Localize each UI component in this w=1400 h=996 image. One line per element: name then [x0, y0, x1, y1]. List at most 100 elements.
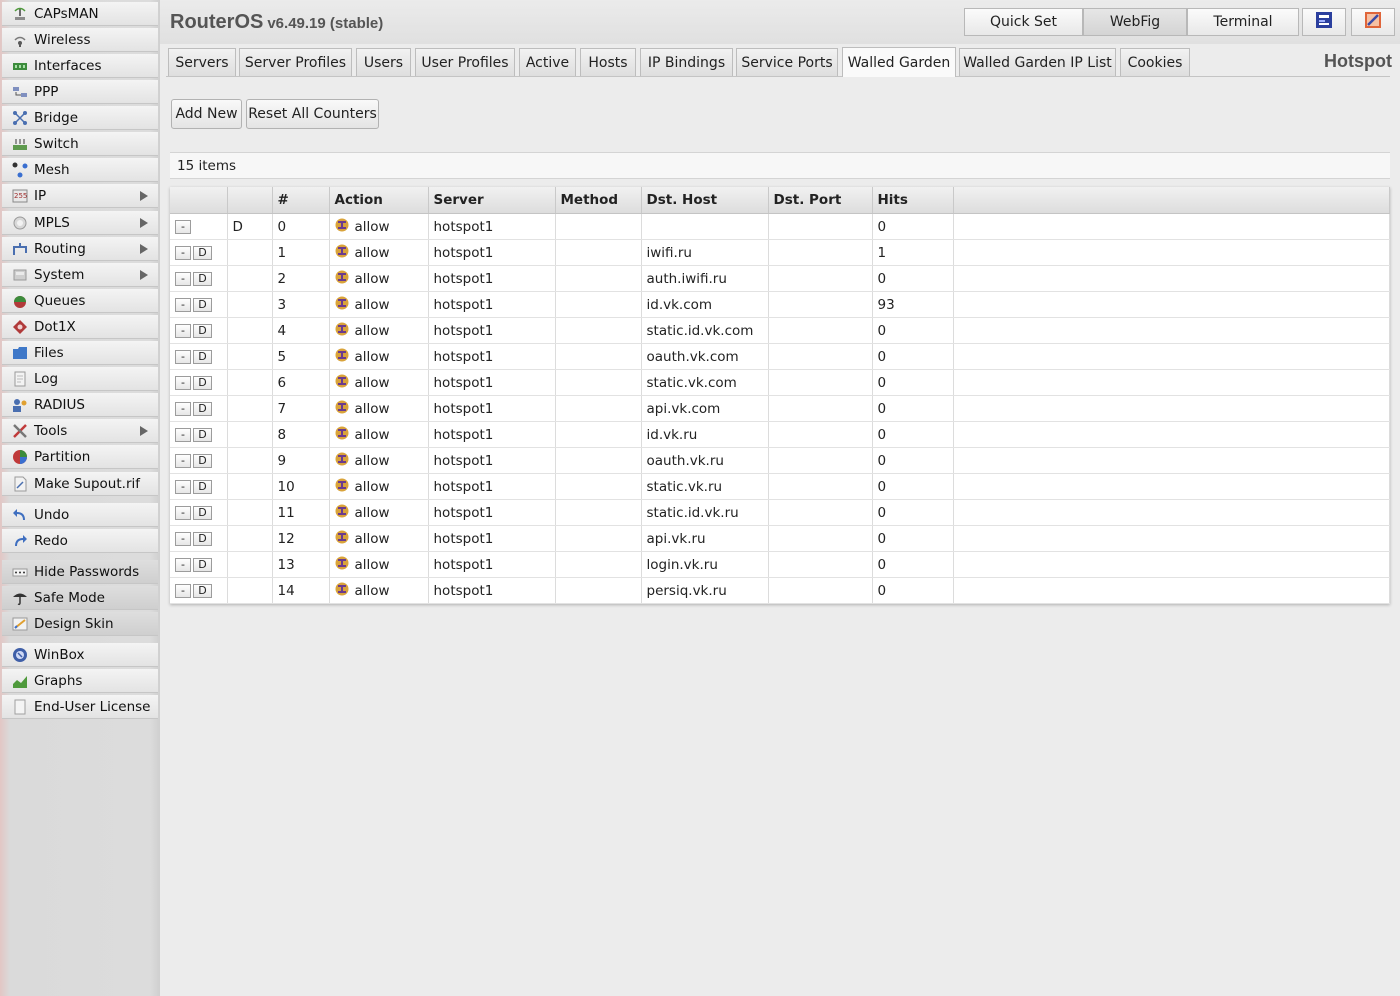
sidebar-item-tools[interactable]: Tools — [2, 419, 158, 443]
delete-button[interactable]: D — [193, 505, 212, 520]
tab-cookies[interactable]: Cookies — [1120, 48, 1190, 76]
number-cell[interactable]: 8 — [272, 421, 330, 448]
dst-port-cell[interactable] — [768, 499, 873, 526]
dst-host-cell[interactable]: iwifi.ru — [641, 239, 769, 266]
server-cell[interactable]: hotspot1 — [428, 291, 556, 318]
action-cell[interactable]: allow — [329, 213, 429, 240]
dst-port-cell[interactable] — [768, 395, 873, 422]
action-cell[interactable]: allow — [329, 369, 429, 396]
table-row[interactable]: - D 3 allow hotspot1 id.vk.com 93 — [170, 291, 1390, 318]
sidebar-item-partition[interactable]: Partition — [2, 445, 158, 469]
server-cell[interactable]: hotspot1 — [428, 421, 556, 448]
hits-cell[interactable]: 0 — [872, 473, 954, 500]
sidebar-item-radius[interactable]: RADIUS — [2, 393, 158, 417]
delete-button[interactable]: D — [193, 479, 212, 494]
method-cell[interactable] — [555, 499, 642, 526]
number-cell[interactable]: 5 — [272, 343, 330, 370]
quick-set-button[interactable]: Quick Set — [964, 8, 1083, 36]
dst-host-cell[interactable]: id.vk.ru — [641, 421, 769, 448]
tab-hosts[interactable]: Hosts — [580, 48, 636, 76]
hits-cell[interactable]: 0 — [872, 317, 954, 344]
method-cell[interactable] — [555, 213, 642, 240]
table-row[interactable]: - D 1 allow hotspot1 iwifi.ru 1 — [170, 239, 1390, 266]
table-row[interactable]: - D 6 allow hotspot1 static.vk.com 0 — [170, 369, 1390, 396]
disable-toggle-button[interactable]: - — [175, 453, 191, 468]
server-cell[interactable]: hotspot1 — [428, 577, 556, 604]
method-cell[interactable] — [555, 317, 642, 344]
delete-button[interactable]: D — [193, 531, 212, 546]
header-col-server[interactable]: Server — [428, 187, 556, 214]
number-cell[interactable]: 14 — [272, 577, 330, 604]
action-cell[interactable]: allow — [329, 473, 429, 500]
method-cell[interactable] — [555, 239, 642, 266]
action-cell[interactable]: allow — [329, 265, 429, 292]
sidebar-item-make-supout-rif[interactable]: Make Supout.rif — [2, 472, 158, 496]
number-cell[interactable]: 3 — [272, 291, 330, 318]
disable-toggle-button[interactable]: - — [175, 531, 191, 546]
action-cell[interactable]: allow — [329, 499, 429, 526]
dst-port-cell[interactable] — [768, 577, 873, 604]
sidebar-item-switch[interactable]: Switch — [2, 132, 158, 156]
table-row[interactable]: - D 13 allow hotspot1 login.vk.ru 0 — [170, 551, 1390, 578]
dst-host-cell[interactable]: static.vk.ru — [641, 473, 769, 500]
method-cell[interactable] — [555, 577, 642, 604]
server-cell[interactable]: hotspot1 — [428, 525, 556, 552]
hits-cell[interactable]: 0 — [872, 213, 954, 240]
sidebar-item-log[interactable]: Log — [2, 367, 158, 391]
dst-port-cell[interactable] — [768, 265, 873, 292]
add-new-button[interactable]: Add New — [171, 99, 242, 129]
dst-port-cell[interactable] — [768, 317, 873, 344]
sidebar-item-redo[interactable]: Redo — [2, 529, 158, 553]
tab-user-profiles[interactable]: User Profiles — [415, 48, 515, 76]
action-cell[interactable]: allow — [329, 239, 429, 266]
table-row[interactable]: - D 9 allow hotspot1 oauth.vk.ru 0 — [170, 447, 1390, 474]
method-cell[interactable] — [555, 551, 642, 578]
dst-host-cell[interactable]: persiq.vk.ru — [641, 577, 769, 604]
dst-port-cell[interactable] — [768, 447, 873, 474]
dst-port-cell[interactable] — [768, 473, 873, 500]
dst-port-cell[interactable] — [768, 213, 873, 240]
disable-toggle-button[interactable]: - — [175, 349, 191, 364]
dst-host-cell[interactable] — [641, 213, 769, 240]
header-col-method[interactable]: Method — [555, 187, 642, 214]
tab-walled-garden[interactable]: Walled Garden — [842, 47, 956, 77]
server-cell[interactable]: hotspot1 — [428, 343, 556, 370]
sidebar-item-hide-passwords[interactable]: Hide Passwords — [2, 560, 158, 584]
action-cell[interactable]: allow — [329, 525, 429, 552]
action-cell[interactable]: allow — [329, 551, 429, 578]
dst-port-cell[interactable] — [768, 421, 873, 448]
method-cell[interactable] — [555, 343, 642, 370]
method-cell[interactable] — [555, 369, 642, 396]
tab-servers[interactable]: Servers — [168, 48, 236, 76]
terminal-button[interactable]: Terminal — [1187, 8, 1299, 36]
tab-users[interactable]: Users — [356, 48, 411, 76]
hits-cell[interactable]: 0 — [872, 265, 954, 292]
server-cell[interactable]: hotspot1 — [428, 395, 556, 422]
hits-cell[interactable]: 0 — [872, 421, 954, 448]
sidebar-item-files[interactable]: Files — [2, 341, 158, 365]
server-cell[interactable]: hotspot1 — [428, 317, 556, 344]
method-cell[interactable] — [555, 291, 642, 318]
delete-button[interactable]: D — [193, 401, 212, 416]
dst-host-cell[interactable]: api.vk.com — [641, 395, 769, 422]
dst-port-cell[interactable] — [768, 525, 873, 552]
hits-cell[interactable]: 0 — [872, 447, 954, 474]
dst-port-cell[interactable] — [768, 551, 873, 578]
table-row[interactable]: - D 7 allow hotspot1 api.vk.com 0 — [170, 395, 1390, 422]
delete-button[interactable]: D — [193, 349, 212, 364]
sidebar-item-graphs[interactable]: Graphs — [2, 669, 158, 693]
hits-cell[interactable]: 0 — [872, 577, 954, 604]
dst-host-cell[interactable]: id.vk.com — [641, 291, 769, 318]
number-cell[interactable]: 7 — [272, 395, 330, 422]
reset-all-counters-button[interactable]: Reset All Counters — [246, 99, 379, 129]
sidebar-item-mpls[interactable]: MPLS — [2, 211, 158, 235]
delete-button[interactable]: D — [193, 583, 212, 598]
hits-cell[interactable]: 0 — [872, 343, 954, 370]
hits-cell[interactable]: 0 — [872, 395, 954, 422]
delete-button[interactable]: D — [193, 245, 212, 260]
disable-toggle-button[interactable]: - — [175, 583, 191, 598]
webfig-button[interactable]: WebFig — [1083, 8, 1187, 36]
sidebar-item-winbox[interactable]: WinBox — [2, 643, 158, 667]
number-cell[interactable]: 10 — [272, 473, 330, 500]
action-cell[interactable]: allow — [329, 291, 429, 318]
